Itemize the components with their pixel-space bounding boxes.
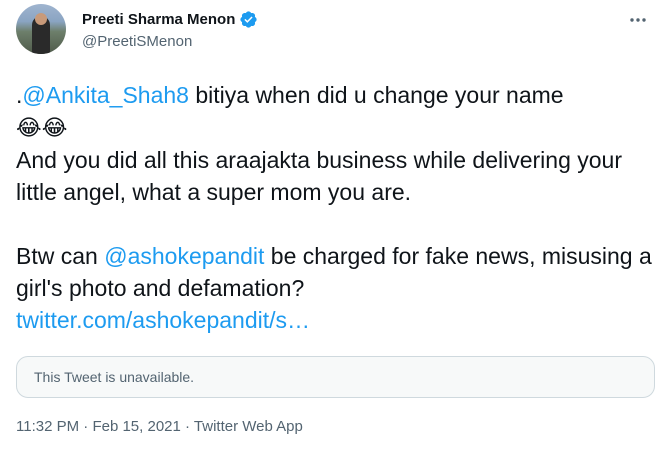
- meta-separator: ·: [180, 418, 194, 435]
- meta-separator: ·: [79, 418, 93, 435]
- tweet-url-link[interactable]: twitter.com/ashokepandit/s…: [16, 307, 310, 333]
- tweet-header: Preeti Sharma Menon @PreetiSMenon: [16, 4, 653, 64]
- text-line2: And you did all this araajakta business …: [16, 147, 629, 205]
- tweet-meta: 11:32 PM · Feb 15, 2021 · Twitter Web Ap…: [16, 418, 303, 435]
- avatar-face-shape: [35, 13, 47, 25]
- display-name[interactable]: Preeti Sharma Menon: [82, 11, 235, 28]
- mention-ashokepandit-link[interactable]: @ashokepandit: [104, 243, 264, 269]
- tweet-text: .@Ankita_Shah8 bitiya when did u change …: [16, 79, 656, 336]
- user-handle[interactable]: @PreetiSMenon: [82, 33, 258, 50]
- tweet-card: Preeti Sharma Menon @PreetiSMenon .@Anki…: [0, 0, 669, 457]
- text-line3-prefix: Btw can: [16, 243, 105, 269]
- laughing-crying-emoji: 😂😂: [16, 115, 68, 140]
- tweet-time-link[interactable]: 11:32 PM: [16, 418, 79, 435]
- display-name-row: Preeti Sharma Menon: [82, 10, 258, 29]
- user-names: Preeti Sharma Menon @PreetiSMenon: [82, 10, 258, 50]
- verified-badge-icon: [239, 10, 258, 29]
- tweet-source: Twitter Web App: [193, 418, 303, 435]
- avatar[interactable]: [16, 4, 66, 54]
- more-options-icon[interactable]: [623, 10, 653, 30]
- unavailable-text: This Tweet is unavailable.: [34, 369, 195, 385]
- mention-ankita-link[interactable]: @Ankita_Shah8: [22, 82, 189, 108]
- tweet-date-link[interactable]: Feb 15, 2021: [92, 418, 180, 435]
- text-line1: bitiya when did u change your name: [188, 82, 564, 108]
- quoted-tweet-unavailable: This Tweet is unavailable.: [16, 356, 655, 398]
